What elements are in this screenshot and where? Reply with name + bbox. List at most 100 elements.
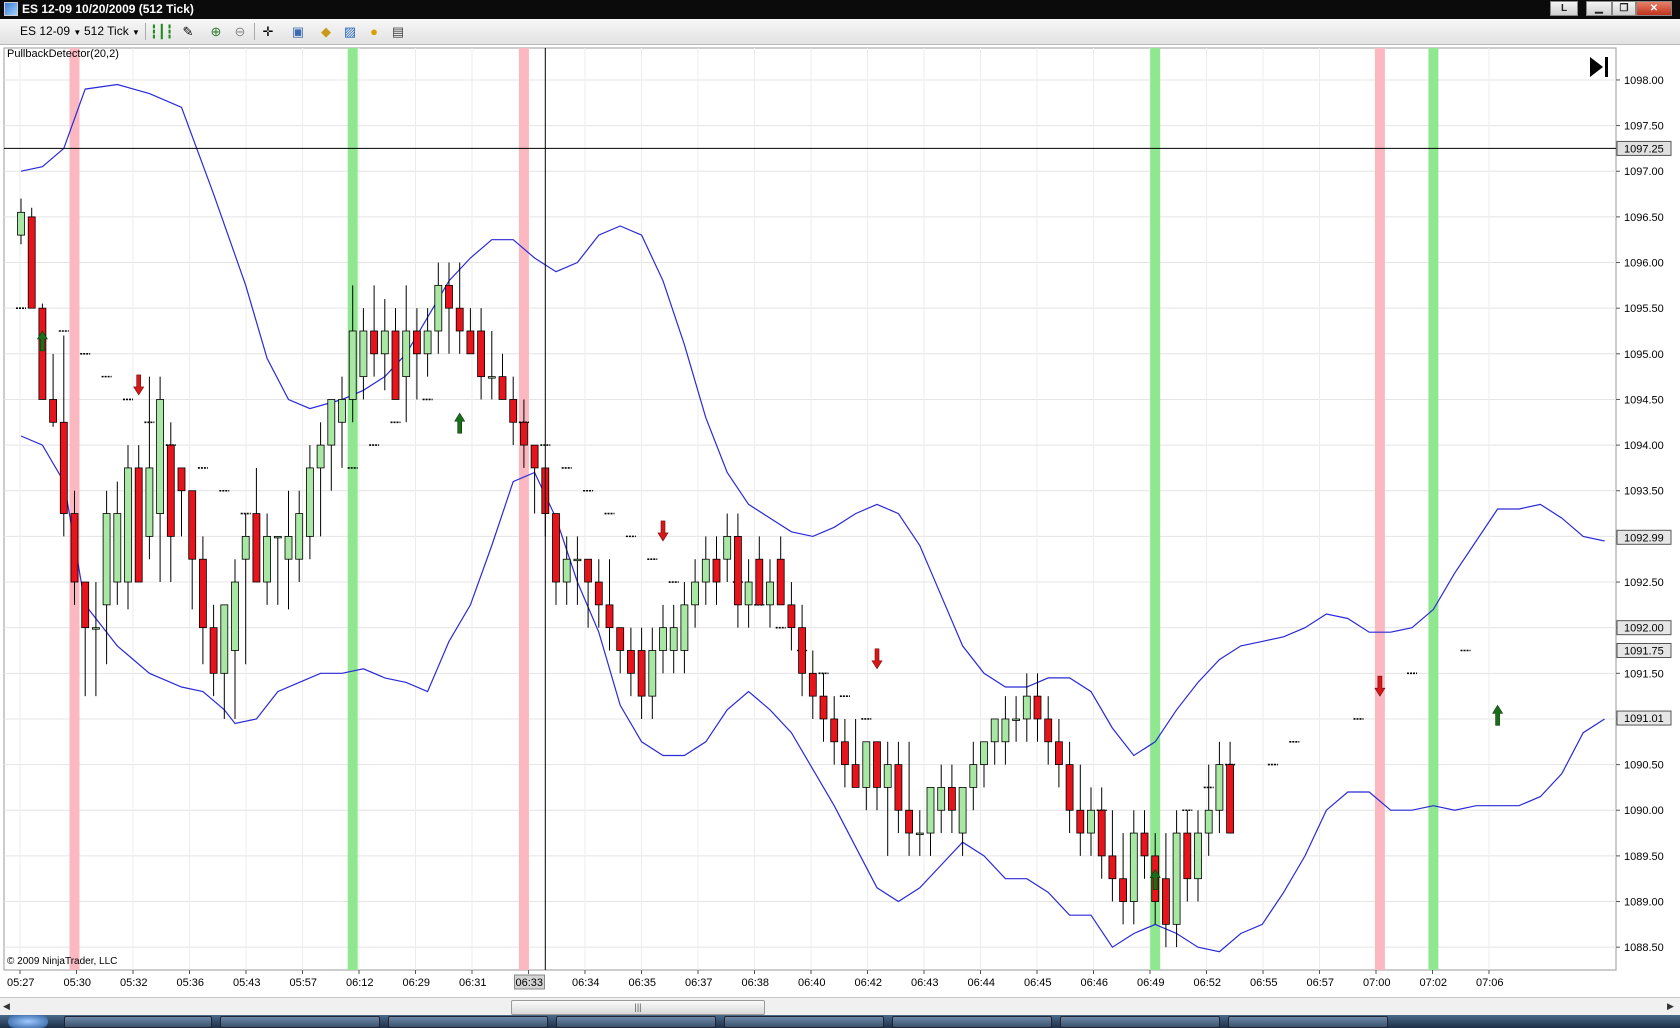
candle[interactable] [1044,696,1053,765]
candle[interactable] [937,764,946,834]
candle[interactable] [316,422,325,537]
candle[interactable] [841,718,849,788]
candle[interactable] [38,303,47,400]
candle[interactable] [584,558,592,628]
candle[interactable] [712,536,721,605]
candle[interactable] [252,467,261,583]
candle[interactable] [1194,810,1202,902]
candle[interactable] [1022,673,1031,742]
scroll-left-icon[interactable]: ◀ [3,1001,10,1012]
candle[interactable] [59,335,68,537]
candle[interactable] [851,718,860,788]
scroll-right-icon[interactable]: ▶ [1667,1001,1674,1012]
horizontal-scrollbar[interactable]: ◀ ||| ▶ [0,997,1680,1016]
candle[interactable] [166,422,175,583]
candle[interactable] [102,490,111,665]
candle[interactable] [1129,810,1138,925]
restore-icon[interactable]: ❐ [1612,1,1636,16]
scroll-thumb[interactable]: ||| [511,1000,765,1015]
candle[interactable] [926,787,935,856]
candle[interactable] [808,650,817,719]
taskbar-item[interactable] [388,1016,548,1028]
candle[interactable] [156,376,165,583]
interval-selector[interactable]: 512 Tick ▼ [84,23,140,40]
candle[interactable] [391,308,400,400]
candle[interactable] [241,513,250,665]
candle[interactable] [1001,696,1010,765]
candle[interactable] [905,741,913,856]
candle[interactable] [669,604,678,674]
candle[interactable] [776,536,785,606]
candle[interactable] [380,299,389,391]
link-button[interactable]: L [1550,1,1578,16]
candle[interactable] [498,353,507,400]
candle[interactable] [701,536,710,605]
candle[interactable] [990,718,999,765]
taskbar-item[interactable] [892,1016,1052,1028]
candle[interactable] [1183,810,1192,902]
minimize-icon[interactable]: ▁ [1586,1,1612,16]
candle[interactable] [948,764,956,834]
candle[interactable] [594,559,603,628]
candle[interactable] [530,444,539,514]
candle[interactable] [327,399,336,491]
candle[interactable] [338,376,346,468]
candle[interactable] [552,513,560,605]
candle[interactable] [1076,764,1085,856]
candle[interactable] [487,330,496,400]
taskbar-item[interactable] [1060,1016,1220,1028]
candle[interactable] [873,741,881,811]
strategy-icon[interactable]: ◆ [318,24,334,39]
alert-icon[interactable]: ● [366,24,382,39]
candle[interactable] [412,308,421,400]
candle[interactable] [573,536,582,605]
candle[interactable] [455,262,464,354]
candle[interactable] [113,481,122,605]
candle[interactable] [894,741,903,834]
candle[interactable] [402,285,411,423]
instrument-selector[interactable]: ES 12-09 ▼ [20,23,81,40]
price-chart[interactable]: 1098.00 1097.50 1097.00 1096.50 1096.00 1095.… [0,45,1680,997]
candle[interactable] [627,627,635,697]
candle[interactable] [466,308,475,355]
candle[interactable] [305,445,314,560]
candle[interactable] [883,741,892,856]
taskbar-item[interactable] [64,1016,212,1028]
candle[interactable] [605,559,614,651]
candle[interactable] [562,536,571,605]
chart-style-icon[interactable]: ┇┃┇ [150,24,173,39]
candle[interactable] [231,559,239,719]
candle[interactable] [798,604,806,697]
candle[interactable] [1108,810,1117,902]
candle[interactable] [81,581,90,697]
candle[interactable] [915,810,924,856]
candle[interactable] [370,285,379,377]
candle[interactable] [819,673,828,742]
candle[interactable] [284,490,293,610]
candle[interactable] [723,513,732,583]
candle[interactable] [177,467,186,537]
candle[interactable] [445,262,453,354]
candle[interactable] [969,741,978,811]
chart-panel[interactable]: 1098.00 1097.50 1097.00 1096.50 1096.00 1095.… [0,45,1680,997]
candle[interactable] [659,604,667,674]
candle[interactable] [616,627,625,674]
properties-icon[interactable]: ▣ [290,24,306,39]
candle[interactable] [1172,810,1181,948]
candle[interactable] [787,582,796,651]
candle[interactable] [295,490,304,583]
candle[interactable] [477,308,486,400]
candle[interactable] [17,198,25,245]
zoom-in-icon[interactable]: ⊕ [208,24,224,39]
candle[interactable] [124,445,132,610]
indicators-icon[interactable]: ▨ [342,24,358,39]
zoom-out-icon[interactable]: ⊖ [232,24,248,39]
candle[interactable] [1055,718,1063,788]
candle[interactable] [198,536,207,665]
candle[interactable] [423,308,432,377]
candle[interactable] [734,513,742,628]
candle[interactable] [980,741,988,788]
taskbar-item[interactable] [556,1016,716,1028]
candle[interactable] [509,376,518,446]
taskbar-item[interactable] [220,1016,380,1028]
